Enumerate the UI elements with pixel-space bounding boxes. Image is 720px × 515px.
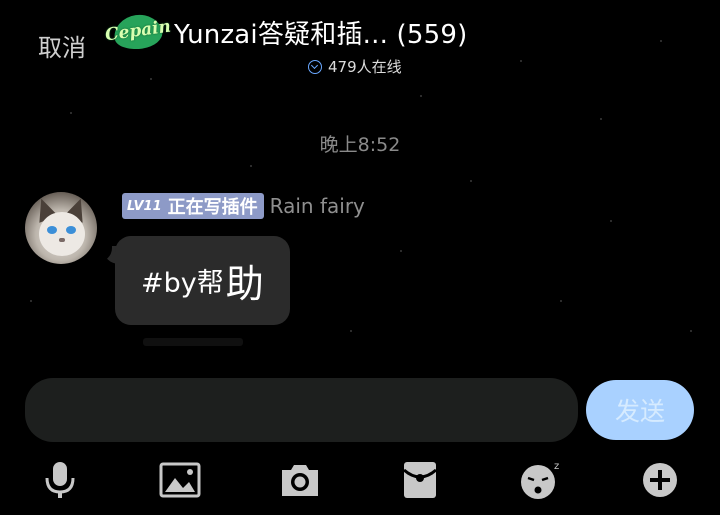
message-bubble[interactable]: #by帮助 — [115, 236, 290, 325]
message-input[interactable] — [25, 378, 578, 442]
message-text-large: 助 — [225, 262, 264, 306]
group-title: Yunzai答疑和插... (559) — [174, 19, 468, 50]
svg-text:z: z — [554, 461, 559, 472]
level-badge: LV11 — [127, 198, 162, 214]
message-meta: LV11 正在写插件 Rain fairy — [122, 193, 365, 219]
emoji-icon[interactable]: z — [518, 458, 562, 502]
send-button[interactable]: 发送 — [586, 380, 694, 440]
cancel-button[interactable]: 取消 — [38, 28, 86, 63]
member-title: 正在写插件 — [167, 197, 258, 218]
avatar[interactable] — [25, 192, 97, 264]
camera-icon[interactable] — [278, 458, 322, 502]
member-title-badge: LV11 正在写插件 — [122, 193, 264, 219]
image-icon[interactable] — [158, 458, 202, 502]
online-count-text: 479人在线 — [328, 58, 402, 76]
online-count[interactable]: 479人在线 — [308, 56, 402, 77]
plus-icon[interactable] — [638, 458, 682, 502]
group-logo: Cepain — [104, 11, 172, 53]
sender-name[interactable]: Rain fairy — [270, 194, 365, 218]
red-packet-icon[interactable] — [398, 458, 442, 502]
divider — [143, 338, 243, 346]
group-title-bar[interactable]: Cepain Yunzai答疑和插... (559) — [104, 10, 467, 54]
chevron-down-icon — [308, 59, 322, 74]
microphone-icon[interactable] — [38, 458, 82, 502]
message-text: #by帮 — [141, 268, 224, 299]
message-timestamp: 晚上8:52 — [319, 134, 401, 156]
